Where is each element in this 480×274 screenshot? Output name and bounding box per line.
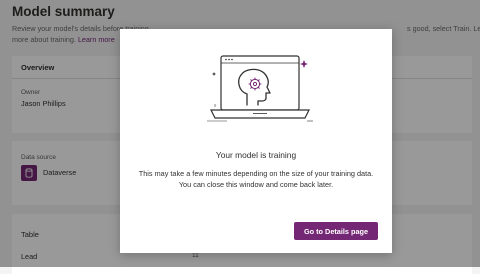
dialog-title: Your model is training: [215, 150, 297, 160]
training-dialog: Your model is training This may take a f…: [120, 29, 392, 253]
dialog-body-line-2: You can close this window and come back …: [178, 180, 334, 189]
go-to-details-button[interactable]: Go to Details page: [294, 222, 378, 240]
dialog-body-line-1: This may take a few minutes depending on…: [138, 169, 374, 178]
laptop-brain-gear-illustration: [207, 55, 313, 122]
dialog-body: This may take a few minutes depending on…: [120, 168, 392, 190]
